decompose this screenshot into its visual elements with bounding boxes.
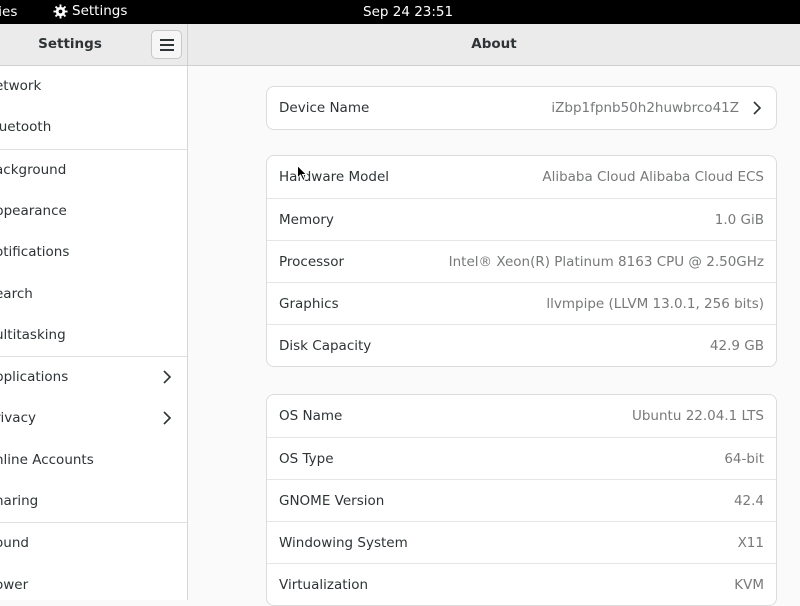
row-value: llvmpipe (LLVM 13.0.1, 256 bits)	[546, 296, 764, 312]
sidebar-item-network[interactable]: etwork	[0, 66, 187, 107]
sidebar-title: Settings	[38, 36, 102, 52]
row-value: KVM	[734, 577, 764, 593]
app-menu-label: Settings	[72, 3, 128, 19]
sidebar-item-appearance[interactable]: ppearance	[0, 191, 187, 232]
virtualization-row: Virtualization KVM	[267, 563, 776, 605]
row-label: OS Type	[279, 451, 334, 467]
sidebar-item-label: earch	[0, 286, 33, 302]
page-title: About	[471, 36, 517, 52]
row-value: Intel® Xeon(R) Platinum 8163 CPU @ 2.50G…	[448, 254, 764, 270]
row-label: GNOME Version	[279, 493, 385, 509]
row-label: Virtualization	[279, 577, 369, 593]
sidebar-item-label: rivacy	[0, 410, 36, 426]
mouse-pointer-icon	[297, 165, 307, 181]
row-label: Hardware Model	[279, 169, 390, 185]
sidebar-item-label: ackground	[0, 162, 67, 178]
row-value: Ubuntu 22.04.1 LTS	[631, 408, 764, 424]
sidebar-item-label: pplications	[0, 369, 69, 385]
sidebar-item-label: ppearance	[0, 203, 67, 219]
chevron-right-icon	[753, 101, 762, 115]
activities-button[interactable]: ties	[0, 4, 17, 20]
chevron-right-icon	[163, 411, 172, 425]
row-label: Graphics	[279, 296, 339, 312]
sidebar-item-sharing[interactable]: haring	[0, 481, 187, 522]
sidebar-item-label: ound	[0, 535, 29, 551]
sidebar-item-multitasking[interactable]: ultitasking	[0, 315, 187, 356]
disk-capacity-row: Disk Capacity 42.9 GB	[267, 324, 776, 366]
device-name-card: Device Name iZbp1fpnb50h2huwbrco41Z	[266, 86, 777, 130]
gear-icon	[53, 3, 68, 19]
row-value: iZbp1fpnb50h2huwbrco41Z	[551, 100, 739, 116]
row-label: OS Name	[279, 408, 343, 424]
sidebar-item-label: luetooth	[0, 119, 52, 135]
graphics-row: Graphics llvmpipe (LLVM 13.0.1, 256 bits…	[267, 282, 776, 324]
windowing-system-row: Windowing System X11	[267, 521, 776, 563]
sidebar-item-label: etwork	[0, 78, 42, 94]
os-type-row: OS Type 64-bit	[267, 437, 776, 479]
row-label: Windowing System	[279, 535, 408, 551]
sidebar-item-label: otifications	[0, 244, 70, 260]
main-menu-button[interactable]	[151, 30, 182, 59]
row-value: 42.4	[733, 493, 764, 509]
row-label: Disk Capacity	[279, 338, 372, 354]
sidebar-item-online-accounts[interactable]: nline Accounts	[0, 440, 187, 481]
hamburger-menu-icon	[159, 38, 174, 51]
hardware-card: Hardware Model Alibaba Cloud Alibaba Clo…	[266, 155, 777, 367]
os-name-row: OS Name Ubuntu 22.04.1 LTS	[267, 395, 776, 437]
sidebar-item-label: nline Accounts	[0, 452, 94, 468]
clock[interactable]: Sep 24 23:51	[363, 4, 453, 20]
sidebar-item-label: ultitasking	[0, 327, 66, 343]
row-value: 42.9 GB	[709, 338, 764, 354]
content-headerbar: About	[188, 24, 800, 66]
sidebar-item-label: ower	[0, 577, 29, 593]
sidebar-item-sound[interactable]: ound	[0, 523, 187, 564]
row-value: Alibaba Cloud Alibaba Cloud ECS	[542, 169, 764, 185]
chevron-right-icon	[163, 370, 172, 384]
gnome-version-row: GNOME Version 42.4	[267, 479, 776, 521]
sidebar-item-notifications[interactable]: otifications	[0, 232, 187, 273]
about-page: Device Name iZbp1fpnb50h2huwbrco41Z Hard…	[188, 66, 800, 606]
sidebar-item-background[interactable]: ackground	[0, 150, 187, 191]
sidebar-item-applications[interactable]: pplications	[0, 357, 187, 398]
sidebar: etwork luetooth ackground ppearance otif…	[0, 66, 188, 600]
memory-row: Memory 1.0 GiB	[267, 198, 776, 240]
hardware-model-row: Hardware Model Alibaba Cloud Alibaba Clo…	[267, 156, 776, 198]
sidebar-item-label: haring	[0, 493, 39, 509]
row-value: X11	[737, 535, 764, 551]
processor-row: Processor Intel® Xeon(R) Platinum 8163 C…	[267, 240, 776, 282]
sidebar-headerbar: Settings	[0, 24, 188, 66]
row-value: 1.0 GiB	[714, 212, 764, 228]
row-label: Device Name	[279, 100, 370, 116]
sidebar-item-privacy[interactable]: rivacy	[0, 398, 187, 439]
row-value: 64-bit	[724, 451, 764, 467]
top-bar: ties Settings Sep 24 23:51	[0, 0, 800, 24]
device-name-row[interactable]: Device Name iZbp1fpnb50h2huwbrco41Z	[267, 87, 776, 129]
row-label: Memory	[279, 212, 334, 228]
sidebar-item-bluetooth[interactable]: luetooth	[0, 107, 187, 148]
app-menu[interactable]: Settings	[53, 3, 127, 19]
row-label: Processor	[279, 254, 345, 270]
os-card: OS Name Ubuntu 22.04.1 LTS OS Type 64-bi…	[266, 394, 777, 606]
sidebar-item-search[interactable]: earch	[0, 274, 187, 315]
settings-window: Settings About etwork luetooth ackground…	[0, 24, 800, 606]
